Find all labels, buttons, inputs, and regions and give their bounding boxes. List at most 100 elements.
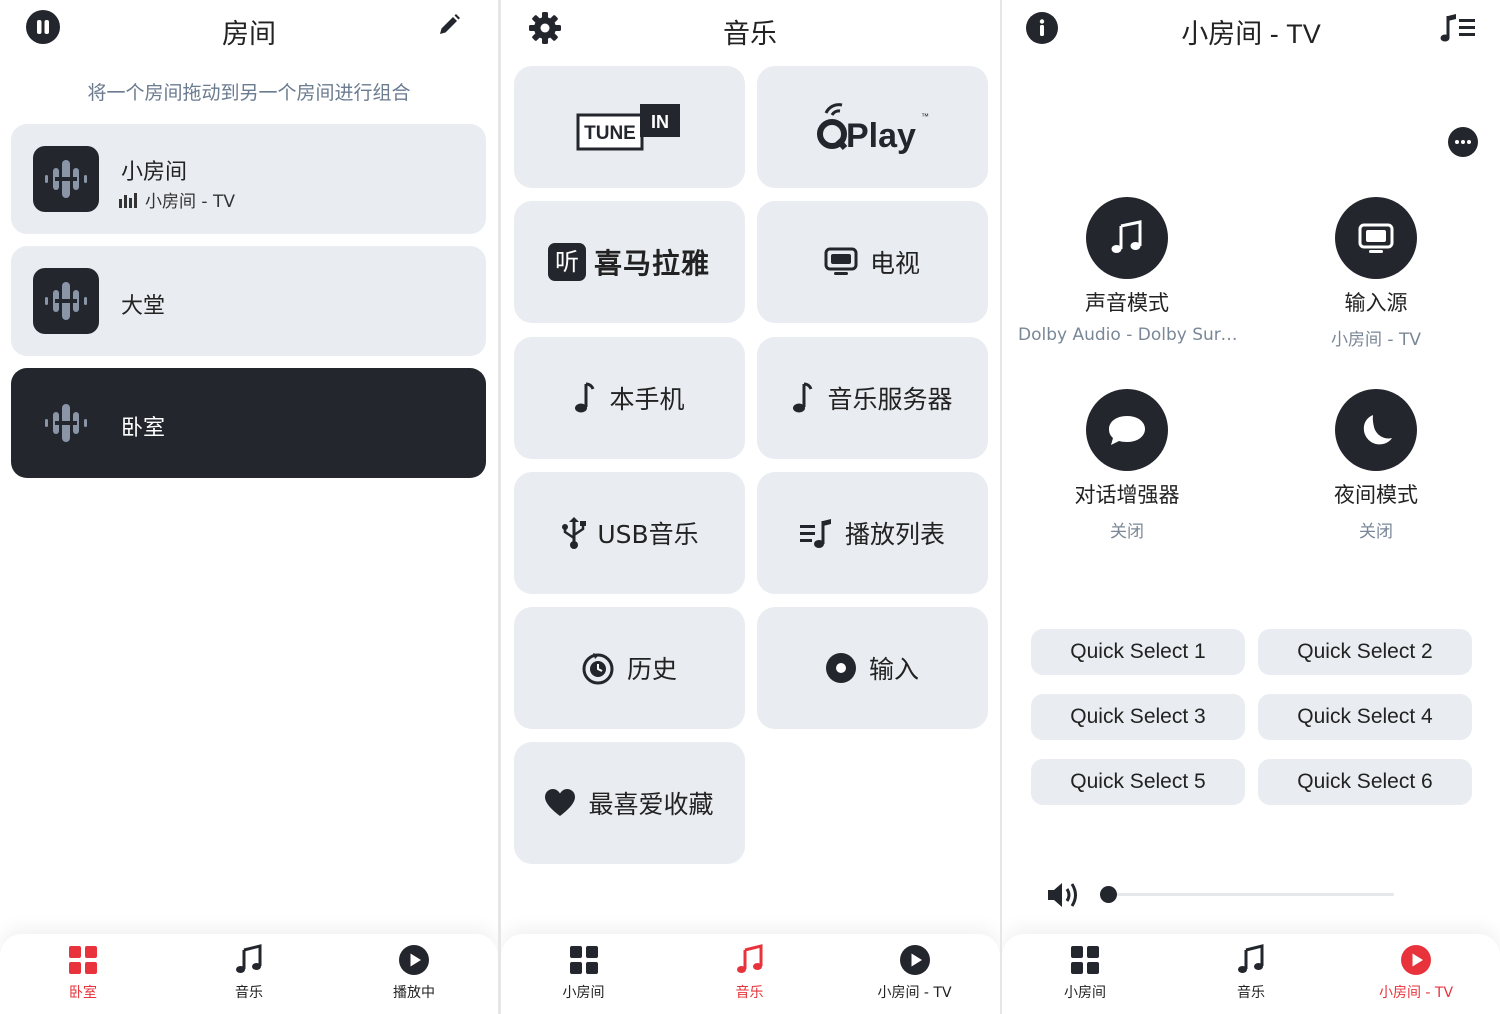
nav-rooms[interactable]: 小房间 [1010, 944, 1160, 1002]
nav-rooms[interactable]: 卧室 [8, 944, 158, 1002]
nav-music[interactable]: 音乐 [1176, 944, 1326, 1002]
queue-button[interactable] [1440, 12, 1475, 46]
nav-now-playing[interactable]: 播放中 [339, 944, 489, 1002]
grid-icon [67, 944, 99, 976]
control-name: 对话增强器 [1074, 483, 1180, 507]
rooms-screen: 房间 将一个房间拖动到另一个房间进行组合 小房间 小房间 - TV 大堂 卧室 … [0, 0, 498, 1014]
quick-select-5-button[interactable]: Quick Select 5 [1031, 759, 1245, 805]
tv-topbar: 小房间 - TV [1002, 0, 1500, 60]
source-qplay[interactable]: Play ™ [756, 66, 988, 188]
nav-rooms[interactable]: 小房间 [509, 944, 659, 1002]
quick-select-1-button[interactable]: Quick Select 1 [1031, 629, 1245, 675]
volume-slider-track[interactable] [1100, 893, 1394, 896]
play-circle-icon [398, 944, 430, 976]
source-history[interactable]: 历史 [513, 607, 745, 729]
source-tunein[interactable]: TUNE IN [513, 66, 745, 188]
music-note-icon [1235, 944, 1267, 976]
nav-label: 小房间 - TV [877, 985, 952, 1001]
room-card-selected[interactable]: 卧室 [11, 368, 486, 478]
control-value: 小房间 - TV [1331, 330, 1421, 350]
nav-now-playing[interactable]: 小房间 - TV [840, 944, 990, 1002]
nav-music[interactable]: 音乐 [174, 944, 324, 1002]
source-label: 本手机 [609, 385, 685, 414]
source-label: 音乐服务器 [827, 385, 953, 414]
room-card[interactable]: 大堂 [11, 246, 486, 356]
music-notes-icon [1086, 197, 1168, 279]
nav-now-playing[interactable]: 小房间 - TV [1341, 944, 1491, 1002]
quick-select-4-button[interactable]: Quick Select 4 [1258, 694, 1472, 740]
equalizer-icon [119, 192, 137, 208]
page-title: 音乐 [723, 19, 777, 50]
tv-icon [824, 247, 858, 275]
music-note-icon [734, 944, 766, 976]
control-value: Dolby Audio - Dolby Surro... [1018, 325, 1252, 345]
source-input[interactable]: 输入 [756, 607, 988, 729]
control-value: 关闭 [1110, 522, 1144, 542]
source-label: 输入 [868, 655, 919, 684]
source-ximalaya[interactable]: 听 喜马拉雅 [513, 201, 745, 323]
nav-label: 小房间 [562, 985, 605, 1001]
soundwave-icon [33, 146, 99, 212]
quick-select-3-button[interactable]: Quick Select 3 [1031, 694, 1245, 740]
nav-label: 播放中 [393, 985, 435, 1001]
history-icon [582, 653, 614, 685]
nav-label: 小房间 - TV [1378, 985, 1454, 1001]
nav-label: 音乐 [235, 985, 263, 1001]
now-playing-text: 小房间 - TV [145, 192, 235, 212]
ximalaya-logo: 听 [547, 243, 586, 281]
nav-label: 音乐 [735, 985, 764, 1001]
source-label: 最喜爱收藏 [588, 790, 714, 819]
control-sound-mode[interactable]: 声音模式 Dolby Audio - Dolby Surro... [1002, 197, 1252, 345]
qplay-tm: ™ [921, 112, 929, 121]
nav-label: 音乐 [1237, 985, 1265, 1001]
music-topbar: 音乐 [501, 0, 1000, 60]
qplay-text: Play [846, 117, 916, 155]
play-circle-icon [899, 944, 931, 976]
grid-icon [1069, 944, 1101, 976]
control-input-source[interactable]: 输入源 小房间 - TV [1251, 197, 1500, 350]
music-note-icon [793, 382, 813, 413]
quick-select-2-button[interactable]: Quick Select 2 [1258, 629, 1472, 675]
source-tv[interactable]: 电视 [756, 201, 988, 323]
soundwave-icon [33, 268, 99, 334]
playlist-icon [799, 519, 831, 548]
volume-slider-thumb[interactable] [1100, 886, 1117, 903]
usb-icon [562, 517, 587, 549]
tv-screen: 小房间 - TV 声音模式 Dolby Audio - Dolby Surro.… [1002, 0, 1500, 1014]
room-card[interactable]: 小房间 小房间 - TV [11, 124, 486, 234]
quick-select-6-button[interactable]: Quick Select 6 [1258, 759, 1472, 805]
source-label: 历史 [626, 655, 677, 684]
control-name: 输入源 [1344, 291, 1408, 315]
control-name: 夜间模式 [1334, 483, 1418, 507]
source-label: 喜马拉雅 [593, 247, 710, 280]
rooms-topbar: 房间 [0, 0, 498, 60]
more-options-button[interactable] [1448, 127, 1478, 157]
source-label: USB音乐 [597, 520, 699, 549]
source-playlist[interactable]: 播放列表 [756, 472, 988, 594]
nav-music[interactable]: 音乐 [675, 944, 825, 1002]
edit-button[interactable] [436, 12, 470, 46]
bottom-nav: 小房间 音乐 小房间 - TV [1002, 934, 1500, 1014]
tunein-text: TUNE [584, 123, 636, 144]
control-night-mode[interactable]: 夜间模式 关闭 [1251, 389, 1500, 542]
source-usb[interactable]: USB音乐 [513, 472, 745, 594]
tunein-logo: TUNE IN [576, 104, 680, 151]
source-this-phone[interactable]: 本手机 [513, 337, 745, 459]
monitor-icon [1335, 197, 1417, 279]
more-icon [1455, 140, 1471, 144]
control-dialog-enhancer[interactable]: 对话增强器 关闭 [1002, 389, 1252, 542]
source-music-server[interactable]: 音乐服务器 [756, 337, 988, 459]
source-favorites[interactable]: 最喜爱收藏 [513, 742, 745, 864]
nav-label: 卧室 [69, 985, 97, 1001]
volume-icon[interactable] [1046, 879, 1084, 911]
room-name: 大堂 [121, 294, 166, 319]
moon-icon [1335, 389, 1417, 471]
play-circle-icon [1400, 944, 1432, 976]
room-now-playing: 小房间 - TV [119, 187, 235, 212]
speech-bubble-icon [1086, 389, 1168, 471]
tunein-in-text: IN [651, 112, 669, 132]
source-label: 播放列表 [844, 520, 945, 549]
bottom-nav: 小房间 音乐 小房间 - TV [500, 934, 1000, 1014]
music-note-icon [575, 382, 595, 413]
soundwave-icon [33, 390, 99, 456]
